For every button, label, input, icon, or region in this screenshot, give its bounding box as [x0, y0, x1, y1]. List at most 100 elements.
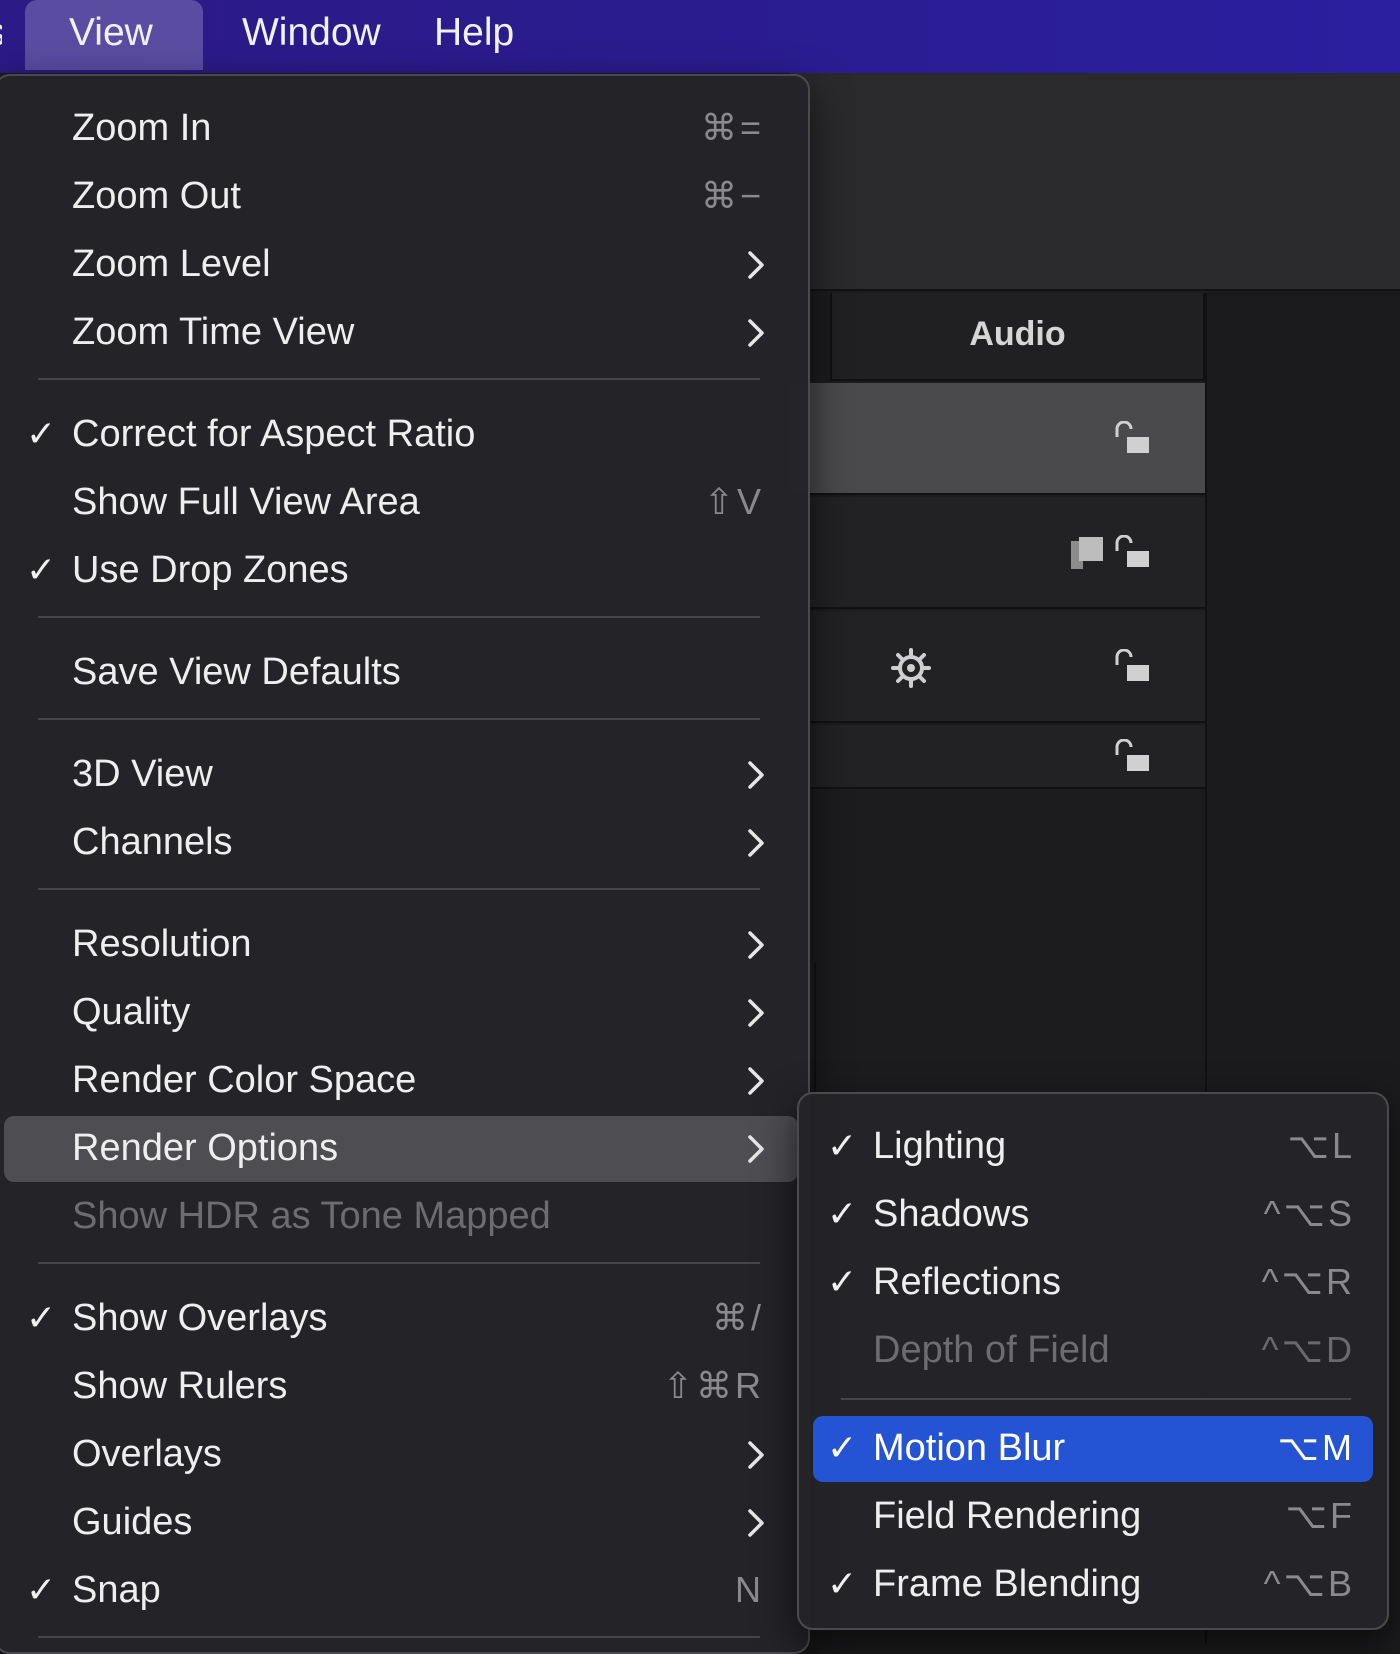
menu-item-label: Reflections [873, 1261, 1061, 1303]
chevron-right-icon [748, 1509, 764, 1537]
chevron-right-icon [748, 999, 764, 1027]
menu-item-reflections[interactable]: ✓ Reflections ^⌥R [813, 1250, 1373, 1316]
menu-item-3d-view[interactable]: 3D View [4, 742, 798, 808]
menu-item-frame-blending[interactable]: ✓ Frame Blending ^⌥B [813, 1552, 1373, 1618]
menu-item-guides[interactable]: Guides [4, 1490, 798, 1556]
checkmark-icon: ✓ [827, 1193, 858, 1234]
checkmark-icon: ✓ [827, 1427, 858, 1468]
menu-item-correct-for-aspect-ratio[interactable]: ✓ Correct for Aspect Ratio [4, 402, 798, 468]
checkmark-icon: ✓ [827, 1563, 858, 1604]
menu-item-zoom-in[interactable]: Zoom In ⌘= [4, 96, 798, 162]
menu-bar-item-help[interactable]: Help [392, 0, 556, 70]
menu-item-label: Show Full View Area [72, 481, 420, 523]
menu-separator [38, 378, 760, 380]
menu-separator [38, 1262, 760, 1264]
checkmark-icon: ✓ [827, 1125, 858, 1166]
layer-row[interactable] [790, 383, 1205, 495]
menu-item-resolution[interactable]: Resolution [4, 912, 798, 978]
layer-row[interactable] [790, 611, 1205, 723]
keyboard-shortcut: N [735, 1569, 764, 1610]
unlock-icon[interactable] [1113, 739, 1153, 775]
keyboard-shortcut: ⌥M [1277, 1427, 1355, 1468]
menu-item-label: Snap [72, 1569, 161, 1611]
chevron-right-icon [748, 1441, 764, 1469]
menu-item-label: Quality [72, 991, 191, 1033]
audio-column-header[interactable]: Audio [830, 293, 1205, 381]
checkmark-icon: ✓ [26, 549, 57, 590]
keyboard-shortcut: ⌘/ [711, 1297, 764, 1338]
unlock-icon[interactable] [1113, 421, 1153, 457]
menu-item-motion-blur[interactable]: ✓ Motion Blur ⌥M [813, 1416, 1373, 1482]
menu-item-label: Shadows [873, 1193, 1030, 1235]
menu-item-shadows[interactable]: ✓ Shadows ^⌥S [813, 1182, 1373, 1248]
menu-bar: s View Window Help [0, 0, 1400, 73]
menu-bar-item-window[interactable]: Window [200, 0, 423, 70]
menu-item-label: Channels [72, 821, 233, 863]
menu-item-label: Show HDR as Tone Mapped [72, 1195, 551, 1237]
menu-item-label: Guides [72, 1501, 193, 1543]
menu-bar-item-previous[interactable]: s [0, 0, 2, 70]
keyboard-shortcut: ^⌥R [1261, 1261, 1355, 1302]
menu-item-show-rulers[interactable]: Show Rulers ⇧⌘R [4, 1354, 798, 1420]
menu-item-channels[interactable]: Channels [4, 810, 798, 876]
menu-item-zoom-level[interactable]: Zoom Level [4, 232, 798, 298]
keyboard-shortcut: ⇧⌘R [662, 1365, 764, 1406]
menu-item-use-drop-zones[interactable]: ✓ Use Drop Zones [4, 538, 798, 604]
menu-item-label: Zoom Level [72, 243, 271, 285]
menu-separator [38, 718, 760, 720]
menu-item-zoom-out[interactable]: Zoom Out ⌘− [4, 164, 798, 230]
menu-item-overlays[interactable]: Overlays [4, 1422, 798, 1488]
menu-item-label: Frame Blending [873, 1563, 1142, 1605]
menu-separator [38, 888, 760, 890]
menu-item-render-color-space[interactable]: Render Color Space [4, 1048, 798, 1114]
clone-icon[interactable] [1069, 535, 1105, 571]
gear-icon[interactable] [890, 647, 932, 689]
menu-item-label: Render Color Space [72, 1059, 417, 1101]
checkmark-icon: ✓ [827, 1261, 858, 1302]
menu-item-label: Render Options [72, 1127, 339, 1169]
menu-item-render-options[interactable]: Render Options [4, 1116, 798, 1182]
checkmark-icon: ✓ [26, 1297, 57, 1338]
chevron-right-icon [748, 931, 764, 959]
menu-separator [841, 1398, 1351, 1400]
menu-item-label: 3D View [72, 753, 213, 795]
toolbar-area [790, 73, 1400, 291]
layer-row[interactable] [790, 725, 1205, 789]
chevron-right-icon [748, 761, 764, 789]
unlock-icon[interactable] [1113, 535, 1153, 571]
menu-item-save-view-defaults[interactable]: Save View Defaults [4, 640, 798, 706]
menu-item-label: Resolution [72, 923, 252, 965]
menu-item-depth-of-field[interactable]: Depth of Field ^⌥D [813, 1318, 1373, 1384]
menu-item-label: Zoom Time View [72, 311, 355, 353]
checkmark-icon: ✓ [26, 413, 57, 454]
chevron-right-icon [748, 1067, 764, 1095]
chevron-right-icon [748, 319, 764, 347]
view-menu: Zoom In ⌘= Zoom Out ⌘− Zoom Level Zoom Time V… [0, 74, 810, 1654]
menu-item-label: Correct for Aspect Ratio [72, 413, 476, 455]
unlock-icon[interactable] [1113, 649, 1153, 685]
checkmark-icon: ✓ [26, 1569, 57, 1610]
menu-bar-item-view[interactable]: View [25, 0, 203, 70]
menu-item-label: Depth of Field [873, 1329, 1110, 1371]
menu-separator [38, 1636, 760, 1638]
menu-item-show-full-view-area[interactable]: Show Full View Area ⇧V [4, 470, 798, 536]
keyboard-shortcut: ⌥L [1287, 1125, 1355, 1166]
menu-item-label: Lighting [873, 1125, 1007, 1167]
menu-item-field-rendering[interactable]: Field Rendering ⌥F [813, 1484, 1373, 1550]
keyboard-shortcut: ⌘− [700, 175, 764, 216]
chevron-right-icon [748, 251, 764, 279]
menu-item-show-hdr-as-tone-mapped[interactable]: Show HDR as Tone Mapped [4, 1184, 798, 1250]
menu-item-lighting[interactable]: ✓ Lighting ⌥L [813, 1114, 1373, 1180]
audio-header-label: Audio [969, 315, 1066, 353]
menu-item-label: Overlays [72, 1433, 222, 1475]
keyboard-shortcut: ^⌥S [1263, 1193, 1355, 1234]
menu-item-snap[interactable]: ✓ Snap N [4, 1558, 798, 1624]
menu-item-label: Save View Defaults [72, 651, 401, 693]
menu-item-zoom-time-view[interactable]: Zoom Time View [4, 300, 798, 366]
keyboard-shortcut: ^⌥D [1261, 1329, 1355, 1370]
layer-row[interactable] [790, 497, 1205, 609]
menu-item-label: Zoom In [72, 107, 212, 149]
menu-item-show-overlays[interactable]: ✓ Show Overlays ⌘/ [4, 1286, 798, 1352]
menu-item-quality[interactable]: Quality [4, 980, 798, 1046]
menu-item-label: Use Drop Zones [72, 549, 349, 591]
